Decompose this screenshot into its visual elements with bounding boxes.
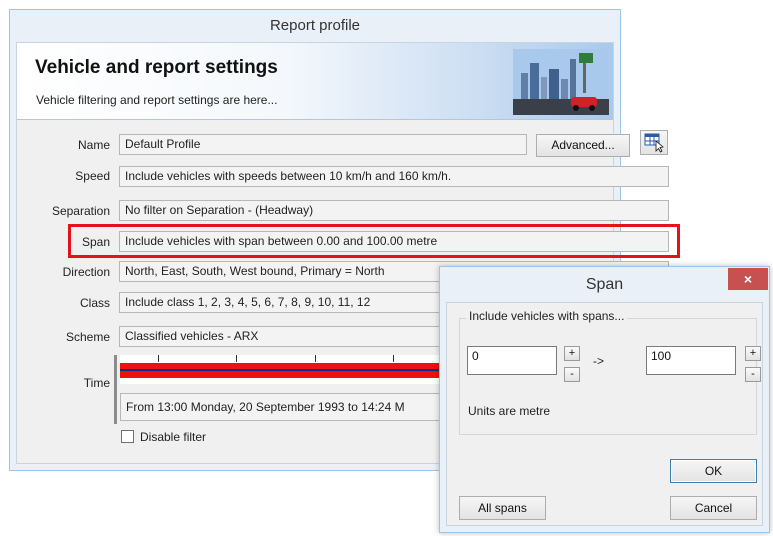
- max-span-plus-button[interactable]: +: [745, 346, 761, 361]
- name-field[interactable]: Default Profile: [119, 134, 527, 155]
- cancel-button[interactable]: Cancel: [670, 496, 757, 520]
- class-label: Class: [79, 296, 110, 310]
- span-dialog-title: Span: [585, 276, 624, 293]
- time-range-bar[interactable]: [120, 355, 450, 384]
- disable-filter-label: Disable filter: [140, 430, 207, 444]
- time-tick: [315, 355, 316, 362]
- name-label: Name: [77, 138, 110, 152]
- time-bar-divider: [114, 355, 117, 424]
- max-span-input[interactable]: 100: [646, 346, 736, 375]
- table-cursor-icon[interactable]: [640, 130, 668, 155]
- city-traffic-image: [513, 49, 609, 115]
- spans-group-label: Include vehicles with spans...: [466, 309, 628, 323]
- settings-banner: Vehicle and report settings Vehicle filt…: [17, 43, 613, 120]
- time-tick: [236, 355, 237, 362]
- separation-field[interactable]: No filter on Separation - (Headway): [119, 200, 669, 221]
- time-range-line: [120, 369, 450, 371]
- window-title: Report profile: [10, 10, 620, 42]
- span-highlight-box: [68, 224, 680, 258]
- units-text: Units are metre: [468, 404, 551, 418]
- span-dialog: Span × Include vehicles with spans... 0 …: [439, 266, 770, 533]
- min-span-minus-button[interactable]: -: [564, 367, 580, 382]
- banner-subtitle: Vehicle filtering and report settings ar…: [36, 93, 278, 107]
- time-tick: [393, 355, 394, 362]
- min-span-input[interactable]: 0: [467, 346, 557, 375]
- range-arrow: ->: [593, 354, 605, 368]
- banner-title: Vehicle and report settings: [35, 57, 278, 78]
- close-icon[interactable]: ×: [728, 268, 768, 290]
- all-spans-button[interactable]: All spans: [459, 496, 546, 520]
- time-label: Time: [83, 376, 110, 390]
- speed-label: Speed: [75, 169, 110, 183]
- span-dialog-client: Include vehicles with spans... 0 + - -> …: [446, 302, 763, 526]
- scheme-label: Scheme: [65, 330, 110, 344]
- disable-filter-checkbox[interactable]: [121, 430, 134, 443]
- max-span-minus-button[interactable]: -: [745, 367, 761, 382]
- direction-label: Direction: [62, 265, 110, 279]
- time-field[interactable]: From 13:00 Monday, 20 September 1993 to …: [120, 393, 450, 421]
- min-span-plus-button[interactable]: +: [564, 346, 580, 361]
- time-tick: [158, 355, 159, 362]
- advanced-button[interactable]: Advanced...: [536, 134, 630, 157]
- speed-field[interactable]: Include vehicles with speeds between 10 …: [119, 166, 669, 187]
- ok-button[interactable]: OK: [670, 459, 757, 483]
- separation-label: Separation: [51, 204, 110, 218]
